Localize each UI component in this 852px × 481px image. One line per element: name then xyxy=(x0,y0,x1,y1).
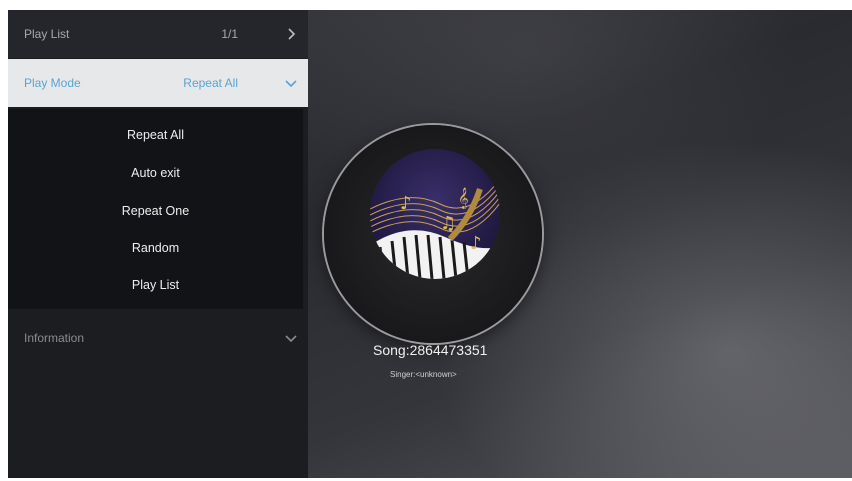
album-art-piano-notes-icon: ♪ 𝄞 ♫ ♪ xyxy=(370,149,500,279)
song-title: Song:2864473351 xyxy=(373,342,488,358)
chevron-right-icon xyxy=(288,28,296,40)
chevron-down-icon xyxy=(285,80,297,88)
option-random[interactable]: Random xyxy=(8,241,303,255)
svg-text:𝄞: 𝄞 xyxy=(458,188,469,209)
svg-text:♫: ♫ xyxy=(440,213,456,234)
information-label: Information xyxy=(24,331,85,345)
information-row[interactable]: Information xyxy=(8,314,308,362)
option-auto-exit[interactable]: Auto exit xyxy=(8,166,303,180)
play-mode-options-menu: Repeat All Auto exit Repeat One Random P… xyxy=(8,109,303,309)
svg-text:♪: ♪ xyxy=(400,193,412,214)
media-player-screen: Play List 1/1 Play Mode Repeat All Repea… xyxy=(8,10,852,478)
option-repeat-one[interactable]: Repeat One xyxy=(8,204,303,218)
play-mode-label: Play Mode xyxy=(24,76,81,90)
play-list-label: Play List xyxy=(24,27,70,41)
play-list-count: 1/1 xyxy=(221,27,238,41)
svg-text:♪: ♪ xyxy=(470,233,482,254)
option-repeat-all[interactable]: Repeat All xyxy=(8,128,303,142)
play-mode-row[interactable]: Play Mode Repeat All xyxy=(8,59,308,107)
option-play-list[interactable]: Play List xyxy=(8,278,303,292)
play-mode-value: Repeat All xyxy=(183,76,238,90)
singer-name: Singer:<unknown> xyxy=(390,370,457,379)
play-list-row[interactable]: Play List 1/1 xyxy=(8,10,308,58)
settings-panel: Play List 1/1 Play Mode Repeat All Repea… xyxy=(8,10,308,478)
chevron-down-icon xyxy=(285,335,297,343)
